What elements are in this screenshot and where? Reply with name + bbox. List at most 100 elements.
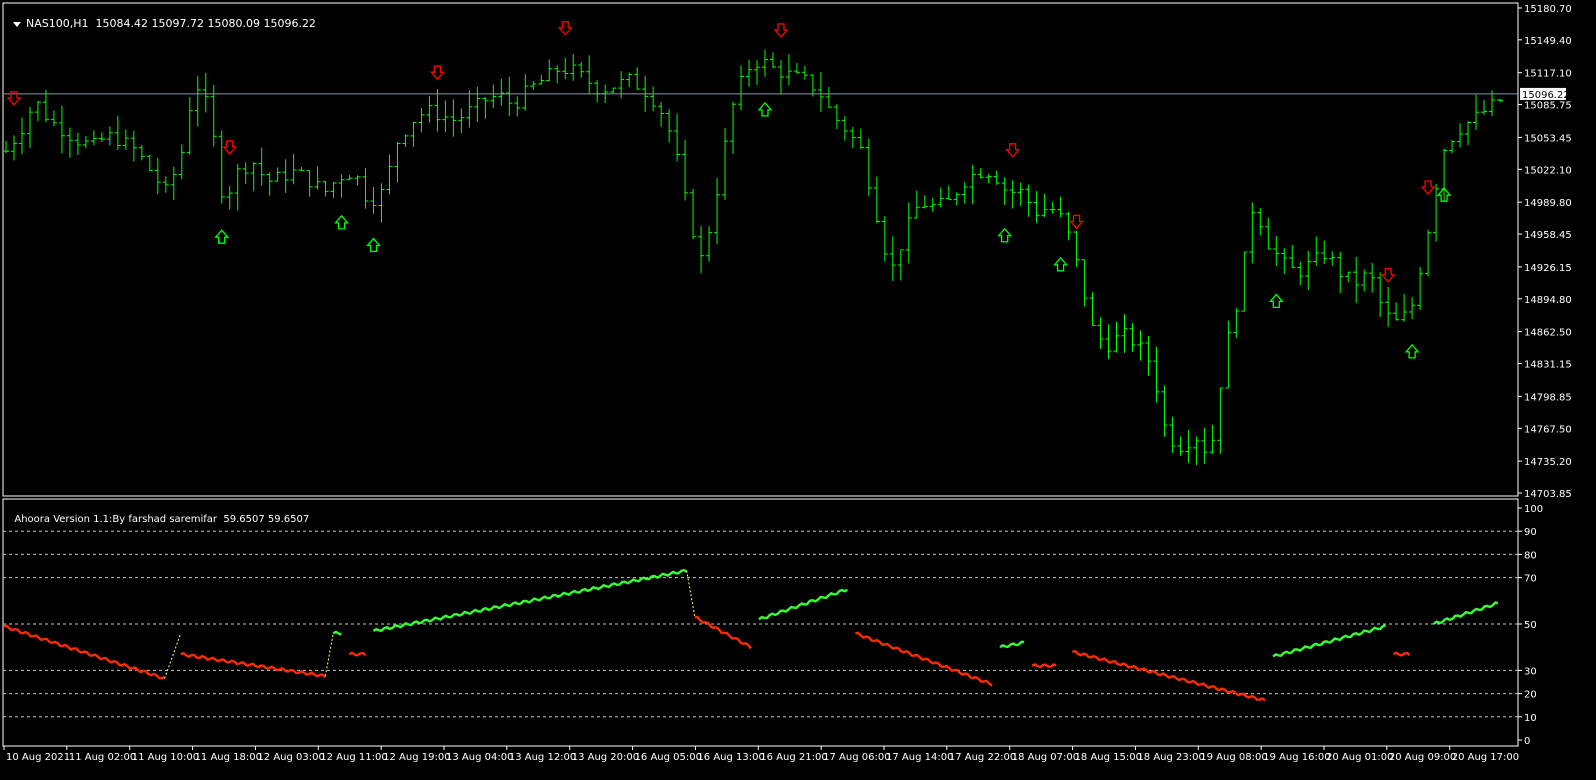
indicator-segment-down: [855, 631, 993, 687]
ohlc-bar: [1217, 387, 1224, 454]
sell-arrow-icon: [222, 140, 238, 156]
ohlc-bar: [586, 55, 593, 94]
price-tick-label: 15085.75: [1524, 101, 1572, 112]
ohlc-bar: [1457, 123, 1464, 148]
indicator-tick-label: 0: [1524, 736, 1530, 747]
price-tick-label: 15022.10: [1524, 165, 1572, 176]
ohlc-bar: [1449, 140, 1456, 154]
indicator-pane[interactable]: [2, 498, 1519, 747]
ohlc-bar: [1393, 302, 1400, 321]
ohlc-bar: [234, 164, 241, 211]
price-pane-border: [2, 2, 1519, 497]
ohlc-bar: [290, 154, 297, 185]
time-tick-label: 11 Aug 10:00: [132, 752, 199, 763]
chevron-down-icon[interactable]: [13, 21, 21, 27]
ohlc-bar: [1041, 193, 1048, 218]
ohlc-bar: [338, 174, 345, 198]
ohlc-bar: [977, 168, 984, 179]
ohlc-bar: [626, 72, 633, 87]
ohlc-bar: [1201, 427, 1208, 464]
ohlc-bar: [274, 167, 281, 182]
indicator-segment-up: [999, 640, 1025, 649]
ohlc-bar: [242, 162, 249, 184]
indicator-tick-label: 30: [1524, 666, 1537, 677]
time-tick-label: 20 Aug 17:00: [1452, 752, 1519, 763]
indicator-segment-down: [180, 651, 327, 678]
ohlc-bar: [674, 113, 681, 162]
buy-arrow-icon: [757, 101, 773, 117]
ohlc-bar: [266, 172, 273, 196]
time-tick-label: 12 Aug 19:00: [383, 752, 450, 763]
ohlc-bar: [250, 161, 257, 192]
ohlc-bar: [1169, 416, 1176, 453]
ohlc-bar: [506, 76, 513, 117]
ohlc-bar: [722, 128, 729, 200]
ohlc-bar: [114, 115, 121, 150]
ohlc-bar: [1033, 191, 1040, 224]
price-tick-label: 15149.40: [1524, 36, 1572, 47]
time-tick-label: 18 Aug 07:00: [1012, 752, 1079, 763]
price-tick-label: 14989.80: [1524, 198, 1572, 209]
ohlc-bar: [690, 188, 697, 240]
price-tick-label: 14735.20: [1524, 457, 1572, 468]
ohlc-bar: [354, 175, 361, 186]
ohlc-bar: [1049, 201, 1056, 214]
trading-chart[interactable]: 15180.70 15149.40 15117.10 15085.75 15053.45…: [0, 0, 1596, 780]
ohlc-bar: [58, 105, 65, 154]
time-tick-label: 11 Aug 18:00: [195, 752, 262, 763]
indicator-values: 59.6507 59.6507: [223, 514, 310, 525]
ohlc-bar: [1105, 324, 1112, 359]
ohlc-bar: [817, 72, 824, 112]
time-axis: 10 Aug 202111 Aug 02:0011 Aug 10:0011 Au…: [3, 746, 1519, 763]
time-tick-label: 12 Aug 03:00: [257, 752, 324, 763]
ohlc-bar: [650, 86, 657, 112]
ohlc-values: 15084.42 15097.72 15080.09 15096.22: [95, 17, 316, 30]
buy-arrow-icon: [1268, 293, 1284, 309]
buy-arrow-icon: [214, 229, 230, 244]
price-axis: 15180.70 15149.40 15117.10 15085.75 15053.45…: [1518, 4, 1572, 500]
indicator-segment-down: [1393, 651, 1411, 657]
ohlc-bar: [1137, 330, 1144, 361]
ohlc-bar: [1233, 307, 1240, 339]
ohlc-bar: [1473, 94, 1480, 130]
ohlc-bar: [554, 65, 561, 84]
buy-arrow-icon: [334, 214, 349, 230]
ohlc-bar: [809, 74, 816, 97]
ohlc-bar: [1321, 240, 1328, 265]
ohlc-bar: [953, 192, 960, 206]
indicator-tick-label: 10: [1524, 713, 1537, 724]
ohlc-bar: [730, 101, 737, 155]
time-tick-label: 13 Aug 20:00: [572, 752, 639, 763]
ohlc-bar: [897, 249, 904, 281]
ohlc-bar: [530, 80, 537, 90]
ohlc-bar: [1257, 208, 1264, 236]
price-tick-label: 14958.45: [1524, 230, 1572, 241]
ohlc-bar: [753, 60, 760, 85]
ohlc-bar: [1129, 323, 1136, 352]
price-tick-label: 14926.15: [1524, 263, 1572, 274]
ohlc-bar: [50, 110, 57, 127]
indicator-tick-label: 100: [1524, 504, 1543, 515]
sell-arrow-icon: [1005, 143, 1021, 158]
indicator-segment-up: [1432, 601, 1499, 625]
price-header: NAS100,H1 15084.42 15097.72 15080.09 150…: [6, 4, 316, 30]
ohlc-bar: [857, 128, 864, 150]
price-tick-label: 14831.15: [1524, 360, 1572, 371]
indicator-segment-up: [1272, 624, 1386, 658]
ohlc-bar: [777, 60, 784, 94]
ohlc-bar: [378, 183, 385, 223]
ohlc-bar: [929, 197, 936, 212]
ohlc-bar: [1225, 320, 1232, 389]
ohlc-bar: [1409, 297, 1416, 319]
ohlc-bar: [1265, 217, 1272, 250]
ohlc-bar: [1297, 261, 1304, 286]
ohlc-bar: [162, 176, 169, 193]
indicator-segment-up: [372, 568, 688, 632]
ohlc-bar: [1329, 251, 1336, 266]
ohlc-bar: [1009, 180, 1016, 209]
ohlc-bar: [1145, 335, 1152, 376]
indicator-axis: 100908070503020100: [1518, 504, 1543, 747]
ohlc-bar: [282, 159, 289, 193]
price-pane[interactable]: [2, 2, 1519, 497]
price-tick-label: 15117.10: [1524, 69, 1572, 80]
